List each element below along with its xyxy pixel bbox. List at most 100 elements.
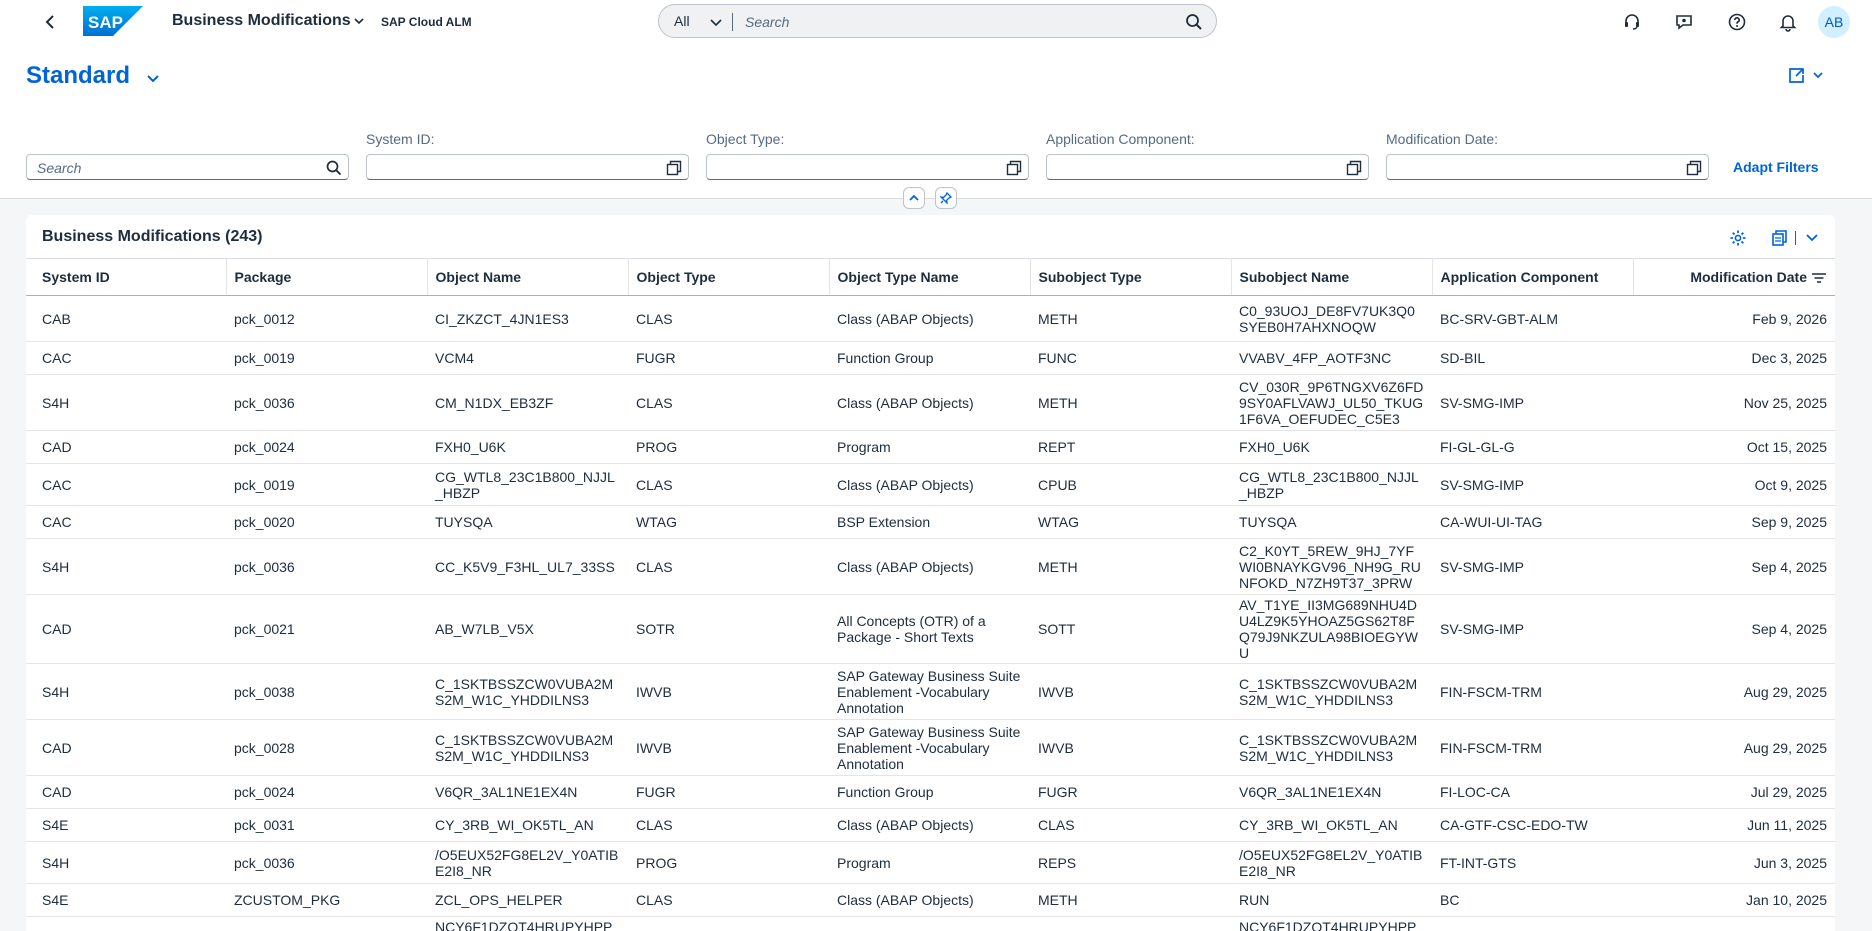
share-button[interactable] [1786,66,1828,86]
cell-package: pck_0028 [226,719,427,776]
table-row[interactable]: CAB pck_0012 CI_ZKZCT_4JN1ES3 CLAS Class (AB… [26,295,1835,342]
collapse-header-button[interactable] [903,187,925,209]
cell-object-type-name: Class (ABAP Objects) [829,538,1030,595]
chevron-down-icon[interactable] [145,72,161,86]
column-header-object-type[interactable]: Object Type [628,258,830,296]
cell-application-component: SV-SMG-IMP [1432,374,1633,431]
table-row[interactable]: S4E ZCUSTOM_PKG ZCL_OPS_HELPER CLAS Class (A… [26,883,1835,917]
value-help-icon[interactable] [1346,160,1362,176]
app-title[interactable]: Business Modifications [172,12,351,30]
cell-system-id: CAD [26,719,226,776]
table-row[interactable]: S4H pck_0036/O5EUX52FG8EL2V_Y0ATIBE2I8_NR… [26,841,1835,884]
chevron-down-icon[interactable] [352,14,366,28]
cell-subobject-name: AV_T1YE_II3MG689NHU4DU4LZ9K5YHOAZ5GS62T8… [1231,594,1432,664]
search-divider [732,13,733,31]
value-help-icon[interactable] [1686,160,1702,176]
cell-object-type: CLAS [628,463,829,506]
table-row[interactable]: S4H pck_0038 C_1SKTBSSZCW0VUBA2MS2M_W1C_YH… [26,663,1835,720]
cell-system-id: CAB [26,916,226,931]
column-header-object-name[interactable]: Object Name [427,258,629,296]
table-row[interactable]: CAD pck_0024 FXH0_U6K PROG Program REPT FXH0_U… [26,430,1835,464]
cell-object-name: C_1SKTBSSZCW0VUBA2MS2M_W1C_YHDDILNS3 [427,719,628,776]
pin-header-button[interactable] [935,187,957,209]
value-help-icon[interactable] [666,160,682,176]
search-icon[interactable] [326,160,342,176]
table-row[interactable]: CABpck_0008NCY6F1DZOT4HRUPYHPP936RL8UQRE… [26,916,1835,931]
business-modifications-table-card: Business Modifications (243) System ID P… [26,215,1835,931]
column-header-application-component[interactable]: Application Component [1432,258,1634,296]
search-icon[interactable] [1185,13,1203,31]
export-icon[interactable] [1771,229,1789,247]
value-help-icon[interactable] [1006,160,1022,176]
table-row[interactable]: S4H pck_0036 CC_K5V9_F3HL_UL7_33SS CLAS Clas… [26,538,1835,595]
cell-object-type: PROG [628,841,829,884]
cell-package: pck_0021 [226,594,427,664]
cell-subobject-name: VVABV_4FP_AOTF3NC [1231,341,1432,375]
column-header-subobject-name[interactable]: Subobject Name [1231,258,1433,296]
help-icon[interactable] [1727,12,1747,32]
chevron-down-icon[interactable] [709,16,723,30]
cell-subobject-name: CY_3RB_WI_OK5TL_AN [1231,808,1432,842]
modification-date-field[interactable] [1386,154,1709,180]
settings-gear-icon[interactable] [1729,229,1747,247]
feedback-icon[interactable] [1674,12,1694,32]
cell-modification-date: Sep 9, 2025 [1633,505,1835,539]
cell-application-component: SV-SMG-IMP [1432,463,1633,506]
cell-object-name: CI_ZKZCT_4JN1ES3 [427,295,628,342]
cell-system-id: S4H [26,374,226,431]
table-row[interactable]: S4E pck_0031 CY_3RB_WI_OK5TL_AN CLAS Class (… [26,808,1835,842]
table-row[interactable]: CAD pck_0028 C_1SKTBSSZCW0VUBA2MS2M_W1C_YH… [26,719,1835,776]
cell-object-name: V6QR_3AL1NE1EX4N [427,775,628,809]
filter-search-input[interactable] [37,159,294,177]
sort-descending-icon [1811,271,1827,285]
table-row[interactable]: CAD pck_0024 V6QR_3AL1NE1EX4N FUGR Function … [26,775,1835,809]
shell-bar: SAP Business Modifications SAP Cloud ALM… [0,0,1872,44]
application-component-field[interactable] [1046,154,1369,180]
notification-bell-icon[interactable] [1778,12,1798,32]
filter-search-field[interactable] [26,154,349,180]
adapt-filters-button[interactable]: Adapt Filters [1733,159,1819,175]
cell-application-component: MM-PUR [1432,916,1633,931]
column-header-subobject-type[interactable]: Subobject Type [1030,258,1232,296]
cell-object-name: NCY6F1DZOT4HRUPYHPP936RL8UQREHP32NHD9LBD [427,916,628,931]
cell-object-name: ZCL_OPS_HELPER [427,883,628,917]
system-id-field[interactable] [366,154,689,180]
cell-system-id: CAD [26,430,226,464]
back-arrow-icon[interactable] [40,12,60,32]
cell-object-name: AB_W7LB_V5X [427,594,628,664]
column-header-package[interactable]: Package [226,258,428,296]
cell-application-component: FIN-FSCM-TRM [1432,719,1633,776]
cell-object-type: CLAS [628,883,829,917]
cell-subobject-type: SOTT [1030,594,1231,664]
cell-object-type: CLAS [628,295,829,342]
cell-application-component: CA-GTF-CSC-EDO-TW [1432,808,1633,842]
column-header-object-type-name[interactable]: Object Type Name [829,258,1031,296]
headset-icon[interactable] [1622,12,1642,32]
object-type-field[interactable] [706,154,1029,180]
cell-object-type: WTAG [628,505,829,539]
cell-subobject-name: NCY6F1DZOT4HRUPYHPP936RL8UQREHP32NHD9LBD [1231,916,1432,931]
cell-object-type: SOTR [628,594,829,664]
variant-title[interactable]: Standard [26,62,130,90]
cell-subobject-name: CG_WTL8_23C1B800_NJJL_HBZP [1231,463,1432,506]
table-row[interactable]: CAC pck_0019 CG_WTL8_23C1B800_NJJL_HBZP CLA… [26,463,1835,506]
cell-object-type: APIS [628,916,829,931]
cell-subobject-type: REPT [1030,430,1231,464]
chevron-down-icon[interactable] [1803,229,1821,247]
column-header-modification-date[interactable]: Modification Date [1633,258,1835,296]
cell-application-component: FI-GL-GL-G [1432,430,1633,464]
column-header-system-id[interactable]: System ID [26,258,227,296]
sap-logo[interactable]: SAP [83,6,143,36]
search-input[interactable] [745,11,1165,33]
table-row[interactable]: CAC pck_0019 VCM4 FUGR Function Group FUNC VVA… [26,341,1835,375]
avatar[interactable]: AB [1818,6,1850,38]
table-row[interactable]: S4H pck_0036 CM_N1DX_EB3ZF CLAS Class (ABAP … [26,374,1835,431]
table-row[interactable]: CAC pck_0020 TUYSQA WTAG BSP Extension WTAG TU… [26,505,1835,539]
cell-object-name: /O5EUX52FG8EL2V_Y0ATIBE2I8_NR [427,841,628,884]
search-scope-select[interactable]: All [674,13,690,29]
application-component-label: Application Component: [1046,131,1195,147]
cell-package: pck_0036 [226,538,427,595]
table-row[interactable]: CAD pck_0021 AB_W7LB_V5X SOTR All Concepts (… [26,594,1835,664]
cell-subobject-type: REPS [1030,841,1231,884]
cell-object-type-name: Class (ABAP Objects) [829,808,1030,842]
